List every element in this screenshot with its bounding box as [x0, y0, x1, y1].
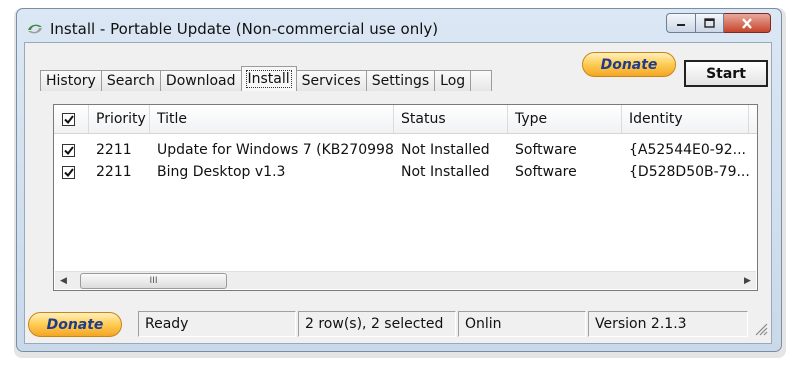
tab-label: Settings	[371, 73, 430, 89]
cell-identity: {A52544E0-92...	[629, 142, 746, 158]
resize-grip-icon[interactable]	[754, 322, 768, 336]
arrow-left-icon: ◀	[60, 275, 67, 286]
tab-label: Download	[165, 73, 236, 89]
close-button[interactable]	[724, 13, 771, 33]
tab-install[interactable]: Install	[240, 66, 297, 91]
column-header-status[interactable]: Status	[394, 105, 508, 133]
table-row[interactable]: 2211 Update for Windows 7 (KB2709981) No…	[54, 139, 757, 161]
select-all-checkbox[interactable]	[62, 112, 75, 126]
updates-list[interactable]: Priority Title Status Type Identity 2211…	[53, 104, 758, 291]
close-icon	[742, 17, 752, 29]
cell-identity: {D528D50B-79...	[629, 164, 749, 180]
scroll-right-button[interactable]: ▶	[739, 272, 756, 289]
cell-title: Update for Windows 7 (KB2709981)	[157, 142, 394, 158]
version-label: Version 2.1.3	[588, 311, 748, 337]
selection-count: 2 row(s), 2 selected	[298, 311, 456, 337]
arrow-right-icon: ▶	[744, 275, 751, 286]
column-header-priority[interactable]: Priority	[89, 105, 150, 133]
checkmark-icon	[63, 167, 74, 177]
row-checkbox-cell	[54, 165, 89, 179]
column-header-title[interactable]: Title	[150, 105, 394, 133]
minimize-icon	[677, 24, 685, 26]
horizontal-scrollbar[interactable]: ◀ III ▶	[55, 271, 756, 289]
tab-label: Log	[440, 73, 466, 89]
maximize-icon	[704, 18, 715, 28]
cell-status: Not Installed	[401, 142, 490, 158]
list-header: Priority Title Status Type Identity	[54, 105, 757, 134]
tab-label: Install	[245, 70, 292, 88]
column-header-type[interactable]: Type	[508, 105, 622, 133]
thumb-grip: III	[149, 276, 158, 286]
scrollbar-thumb[interactable]: III	[80, 273, 227, 289]
column-header-filler	[749, 105, 757, 133]
row-checkbox-cell	[54, 143, 89, 157]
scroll-left-button[interactable]: ◀	[55, 272, 72, 289]
tab-strip: History Search Download Install Services…	[40, 66, 493, 91]
tab-strip-end	[470, 70, 493, 91]
cell-type: Software	[515, 164, 577, 180]
tab-services[interactable]: Services	[295, 70, 367, 91]
start-button[interactable]: Start	[684, 60, 768, 87]
app-icon	[28, 24, 42, 34]
cell-priority: 2211	[96, 164, 132, 180]
tab-label: Services	[301, 73, 361, 89]
maximize-button[interactable]	[696, 13, 724, 33]
row-checkbox[interactable]	[62, 165, 75, 179]
connection-status: Onlin	[458, 311, 586, 337]
tab-label: Search	[106, 73, 155, 89]
select-all-header[interactable]	[54, 105, 89, 133]
cell-type: Software	[515, 142, 577, 158]
donate-button[interactable]: Donate	[582, 52, 676, 77]
window-title: Install - Portable Update (Non-commercia…	[50, 20, 439, 38]
status-text: Ready	[138, 311, 296, 337]
row-checkbox[interactable]	[62, 143, 75, 157]
tab-download[interactable]: Download	[159, 70, 242, 91]
minimize-button[interactable]	[666, 13, 696, 33]
column-header-identity[interactable]: Identity	[622, 105, 749, 133]
cell-title: Bing Desktop v1.3	[157, 164, 286, 180]
tab-search[interactable]: Search	[100, 70, 161, 91]
checkmark-icon	[63, 114, 74, 124]
tab-log[interactable]: Log	[434, 70, 472, 91]
status-bar: Donate Ready 2 row(s), 2 selected Onlin …	[24, 308, 772, 340]
status-donate-button[interactable]: Donate	[28, 312, 122, 337]
tab-history[interactable]: History	[40, 70, 102, 91]
tab-label: History	[46, 73, 96, 89]
cell-priority: 2211	[96, 142, 132, 158]
tab-settings[interactable]: Settings	[365, 70, 436, 91]
checkmark-icon	[63, 145, 74, 155]
cell-status: Not Installed	[401, 164, 490, 180]
table-row[interactable]: 2211 Bing Desktop v1.3 Not Installed Sof…	[54, 161, 757, 183]
